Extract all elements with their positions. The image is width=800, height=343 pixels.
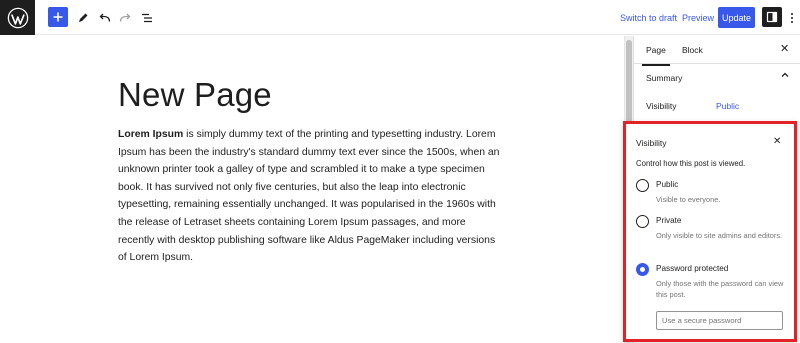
- tools-button[interactable]: [76, 7, 90, 28]
- more-vertical-icon: [791, 12, 793, 23]
- visibility-toggle[interactable]: Public: [716, 101, 739, 111]
- page-title[interactable]: New Page: [118, 76, 272, 114]
- sidebar-icon: [766, 11, 778, 23]
- radio-password-protected[interactable]: [636, 263, 649, 276]
- close-popover-button[interactable]: ✕: [773, 136, 781, 147]
- radio-label: Private: [656, 216, 682, 225]
- visibility-popover: Visibility ✕ Control how this post is vi…: [623, 121, 797, 342]
- radio-help: Visible to everyone.: [656, 195, 721, 204]
- plus-icon: [53, 12, 63, 22]
- list-view-icon: [142, 13, 152, 22]
- radio-label: Password protected: [656, 264, 729, 273]
- sidebar-tabs: Page Block ✕: [634, 36, 800, 66]
- editor-canvas: New Page Lorem Ipsum is simply dummy tex…: [0, 36, 624, 343]
- options-button[interactable]: [788, 7, 796, 28]
- undo-icon: [99, 13, 111, 22]
- undo-button[interactable]: [98, 7, 112, 28]
- radio-private[interactable]: [636, 215, 649, 228]
- radio-public[interactable]: [636, 179, 649, 192]
- summary-panel-title[interactable]: Summary: [646, 73, 682, 83]
- list-view-button[interactable]: [140, 7, 154, 28]
- add-block-button[interactable]: [48, 7, 68, 27]
- radio-help: Only visible to site admins and editors.: [656, 231, 783, 240]
- editor-toolbar: Switch to draft Preview Update: [0, 0, 800, 35]
- tab-block[interactable]: Block: [682, 45, 703, 55]
- chevron-up-icon[interactable]: [780, 70, 790, 83]
- paragraph-bold-text: Lorem Ipsum: [118, 129, 184, 140]
- preview-button[interactable]: Preview: [682, 7, 714, 28]
- paragraph-block[interactable]: Lorem Ipsum is simply dummy text of the …: [118, 126, 503, 267]
- popover-title: Visibility: [636, 138, 667, 148]
- settings-button[interactable]: [762, 7, 782, 27]
- close-sidebar-button[interactable]: ✕: [780, 42, 789, 55]
- tab-page[interactable]: Page: [642, 45, 670, 66]
- wordpress-icon[interactable]: [0, 0, 35, 35]
- redo-button[interactable]: [118, 7, 132, 28]
- radio-label: Public: [656, 180, 679, 189]
- update-button[interactable]: Update: [718, 7, 755, 28]
- redo-icon: [119, 13, 131, 22]
- password-input[interactable]: [656, 311, 783, 330]
- visibility-label: Visibility: [646, 101, 677, 111]
- radio-help: Only those with the password can view th…: [656, 279, 784, 299]
- popover-description: Control how this post is viewed.: [636, 159, 746, 168]
- paragraph-text: is simply dummy text of the printing and…: [118, 129, 500, 264]
- switch-to-draft-button[interactable]: Switch to draft: [620, 7, 677, 28]
- pencil-icon: [79, 13, 88, 22]
